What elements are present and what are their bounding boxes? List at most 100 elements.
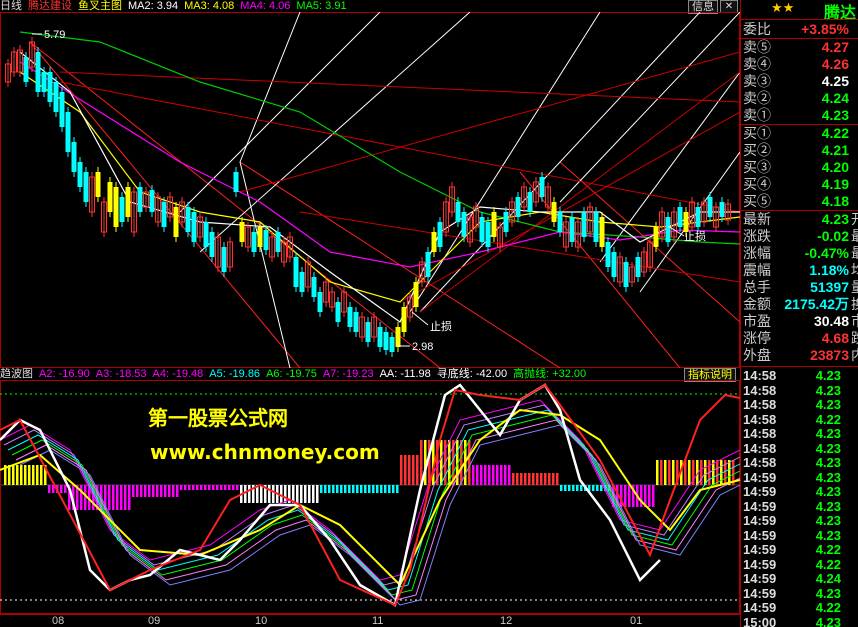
histogram-bar (492, 465, 495, 485)
histogram-bar (244, 485, 247, 503)
candle-body (335, 302, 341, 322)
histogram-bar (476, 465, 479, 485)
ask-row[interactable]: 卖① 4.23 (741, 107, 858, 124)
candle-body (683, 212, 689, 232)
candlestick-chart[interactable]: 5.792.98止损止损 (0, 12, 740, 368)
histogram-bar (624, 485, 627, 507)
stat-label: 市盈 (743, 313, 771, 329)
histogram-bar (80, 485, 83, 510)
candle-body (413, 282, 419, 307)
histogram-bar (500, 465, 503, 485)
indicator-name[interactable]: 鱼叉主图 (78, 0, 122, 12)
histogram-bar (296, 485, 299, 503)
ask-row[interactable]: 卖② 4.24 (741, 90, 858, 107)
histogram-bar (208, 485, 211, 490)
stat-row[interactable]: 外盘 23873内 (741, 347, 858, 364)
stat-row[interactable]: 震幅 1.18%均 (741, 262, 858, 279)
candle-body (77, 162, 83, 187)
histogram-bar (596, 485, 599, 491)
candle-body (251, 232, 257, 252)
histogram-bar (248, 485, 251, 503)
bid-price: 4.18 (821, 193, 849, 209)
histogram-bar (272, 485, 275, 503)
ask-row[interactable]: 卖⑤ 4.27 (741, 39, 858, 56)
tick-row: 15:00 4.23 (741, 615, 858, 627)
oscillator-chart[interactable] (0, 380, 740, 614)
stat-row[interactable]: 涨幅 -0.47%最 (741, 245, 858, 262)
stat-price: 2175.42万 (784, 296, 849, 312)
x-axis-label: 12 (500, 615, 513, 627)
stat-price: 30.48 (813, 313, 849, 329)
oscillator-name[interactable]: 趋波图 (0, 368, 33, 380)
trend-line (239, 51, 740, 193)
histogram-bar (24, 465, 27, 485)
stat-row[interactable]: 最新 4.23开 (741, 211, 858, 228)
histogram-bar (324, 485, 327, 493)
candle-body (149, 190, 155, 212)
period-label[interactable]: 日线 (0, 0, 22, 12)
histogram-bar (704, 460, 707, 485)
stat-row[interactable]: 市盈 30.48市 (741, 313, 858, 330)
wei-bi-label: 委比 (743, 21, 771, 37)
candle-body (455, 202, 461, 222)
histogram-bar (336, 485, 339, 493)
histogram-bar (312, 485, 315, 503)
oscillator-value: AA: -11.98 (379, 368, 431, 380)
histogram-bar (148, 485, 151, 497)
bid-row[interactable]: 买④ 4.19 (741, 176, 858, 193)
stat-label: 涨幅 (743, 245, 771, 261)
bid-row[interactable]: 买② 4.21 (741, 142, 858, 159)
candle-body (185, 207, 191, 232)
stat-row[interactable]: 涨跌 -0.02最 (741, 228, 858, 245)
candle-body (401, 307, 407, 332)
candle-body (437, 222, 443, 247)
histogram-bar (568, 485, 571, 491)
ask-label: 卖③ (743, 73, 771, 89)
stat-row[interactable]: 涨停 4.68跌 (741, 330, 858, 347)
histogram-bar (488, 465, 491, 485)
candle-body (707, 197, 713, 217)
candle-body (581, 212, 587, 237)
candle-body (275, 232, 281, 252)
candle-body (191, 212, 197, 242)
histogram-bar (280, 485, 283, 503)
bid-label: 买④ (743, 176, 771, 192)
candle-body (623, 262, 629, 287)
bid-row[interactable]: 买⑤ 4.18 (741, 193, 858, 210)
histogram-bar (688, 460, 691, 485)
histogram-bar (332, 485, 335, 493)
stat-price: -0.02 (817, 228, 849, 244)
histogram-bar (728, 460, 731, 485)
histogram-bar (580, 485, 583, 491)
candle-body (41, 72, 47, 92)
histogram-bar (20, 465, 23, 485)
histogram-bar (156, 485, 159, 497)
rating-stars: ★★ (771, 0, 795, 15)
stat-row[interactable]: 总手 51397量 (741, 279, 858, 296)
ask-row[interactable]: 卖④ 4.26 (741, 56, 858, 73)
ask-price: 4.24 (821, 90, 849, 106)
candle-body (719, 202, 725, 217)
candle-body (47, 72, 53, 102)
bid-row[interactable]: 买③ 4.20 (741, 159, 858, 176)
bid-price: 4.22 (821, 125, 849, 141)
histogram-bar (164, 485, 167, 497)
histogram-bar (144, 485, 147, 497)
histogram-bar (304, 485, 307, 503)
oscillator-value: A4: -19.48 (152, 368, 204, 380)
candle-body (479, 217, 485, 242)
oscillator-value: A2: -16.90 (39, 368, 90, 380)
histogram-bar (532, 473, 535, 485)
histogram-bar (640, 485, 643, 507)
ask-row[interactable]: 卖③ 4.25 (741, 73, 858, 90)
high-price-label: 5.79 (44, 29, 65, 41)
stat-row[interactable]: 金额 2175.42万换 (741, 296, 858, 313)
stat-price: 1.18% (809, 262, 849, 278)
histogram-bar (216, 485, 219, 490)
wei-bi-row: 委比 +3.85% (741, 21, 858, 38)
histogram-bar (496, 465, 499, 485)
histogram-bar (372, 485, 375, 493)
candle-body (59, 92, 65, 127)
bid-row[interactable]: 买① 4.22 (741, 125, 858, 142)
histogram-bar (284, 485, 287, 503)
